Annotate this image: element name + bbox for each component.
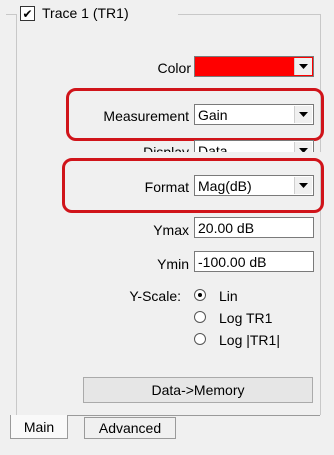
chevron-down-icon[interactable] [294, 58, 312, 75]
yscale-lin-label[interactable]: Lin [219, 288, 238, 304]
data-to-memory-label: Data->Memory [151, 382, 245, 398]
tab-main-label: Main [23, 418, 55, 435]
yscale-log-tr1-label[interactable]: Log TR1 [219, 310, 272, 326]
yscale-log-abs-tr1-label[interactable]: Log |TR1| [219, 332, 280, 348]
tab-main[interactable]: Main [10, 415, 68, 439]
ymax-value: 20.00 dB [198, 220, 255, 236]
format-highlight [62, 158, 324, 213]
yscale-log-tr1-radio[interactable] [194, 311, 206, 323]
group-border-top-right [178, 14, 320, 15]
check-icon: ✔ [22, 6, 33, 21]
group-border-left [16, 14, 17, 415]
color-dropdown[interactable] [194, 56, 314, 77]
ymax-input[interactable]: 20.00 dB [194, 217, 314, 238]
ymin-value: -100.00 dB [198, 254, 267, 270]
tab-advanced-label: Advanced [98, 420, 162, 436]
yscale-lin-radio[interactable] [194, 289, 206, 301]
ymax-label: Ymax [153, 222, 189, 238]
trace-enable-checkbox[interactable]: ✔ [20, 6, 35, 21]
group-border-top-left [6, 14, 16, 15]
tab-advanced[interactable]: Advanced [84, 417, 176, 439]
color-label: Color [157, 60, 191, 76]
yscale-label: Y-Scale: [129, 288, 181, 304]
measurement-highlight [66, 88, 324, 141]
data-to-memory-button[interactable]: Data->Memory [83, 377, 313, 403]
ymin-label: Ymin [157, 256, 189, 272]
yscale-log-abs-tr1-radio[interactable] [194, 333, 206, 345]
group-border-right [320, 14, 321, 415]
ymin-input[interactable]: -100.00 dB [194, 251, 314, 272]
trace-group-title: Trace 1 (TR1) [39, 5, 132, 21]
